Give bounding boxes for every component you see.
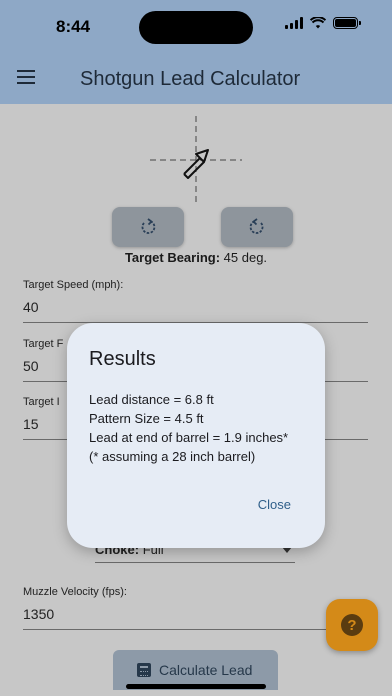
dialog-title: Results <box>89 348 156 370</box>
muzzle-velocity-input[interactable]: 1350 <box>23 606 368 622</box>
help-button[interactable]: ? <box>326 599 378 651</box>
hamburger-menu-icon[interactable] <box>17 70 35 84</box>
dialog-body: Lead distance = 6.8 ft Pattern Size = 4.… <box>89 390 288 466</box>
muzzle-velocity-label: Muzzle Velocity (fps): <box>23 586 127 598</box>
target-bearing-value: 45 deg. <box>223 250 268 265</box>
barrel-lead-text: Lead at end of barrel = 1.9 inches* <box>89 430 289 445</box>
calculate-lead-label: Calculate Lead <box>159 662 253 678</box>
wifi-icon <box>310 17 326 29</box>
close-button[interactable]: Close <box>258 497 291 512</box>
choke-underline <box>95 562 295 563</box>
muzzle-velocity-field[interactable]: Muzzle Velocity (fps): 1350 <box>23 586 368 630</box>
target-bearing-label: Target Bearing: <box>124 250 221 265</box>
rotate-right-button[interactable] <box>221 207 293 247</box>
bearing-arrow-icon <box>150 116 242 204</box>
target-speed-input[interactable]: 40 <box>23 299 368 315</box>
target-bearing-readout: Target Bearing: 45 deg. <box>0 250 392 265</box>
rotate-clockwise-icon <box>249 218 264 234</box>
pattern-size-text: Pattern Size = 4.5 ft <box>89 411 204 426</box>
target-speed-label: Target Speed (mph): <box>23 279 124 291</box>
help-icon: ? <box>341 614 363 636</box>
calculator-icon <box>137 663 151 677</box>
barrel-note-text: (* assuming a 28 inch barrel) <box>89 449 256 464</box>
field-underline <box>23 629 368 630</box>
dynamic-island <box>139 11 253 44</box>
status-time: 8:44 <box>56 17 91 36</box>
home-indicator[interactable] <box>126 684 266 689</box>
battery-icon <box>333 17 361 29</box>
app-header: 8:44 Shotgun Lead Calculator <box>0 0 392 104</box>
lead-distance-text: Lead distance = 6.8 ft <box>89 392 214 407</box>
target-speed-field[interactable]: Target Speed (mph): 40 <box>23 279 368 323</box>
rotate-counterclockwise-icon <box>141 218 156 234</box>
status-icons <box>285 17 361 29</box>
cellular-signal-icon <box>285 17 303 29</box>
app-title: Shotgun Lead Calculator <box>80 68 301 90</box>
results-dialog: Results Lead distance = 6.8 ft Pattern S… <box>67 323 325 548</box>
rotate-left-button[interactable] <box>112 207 184 247</box>
